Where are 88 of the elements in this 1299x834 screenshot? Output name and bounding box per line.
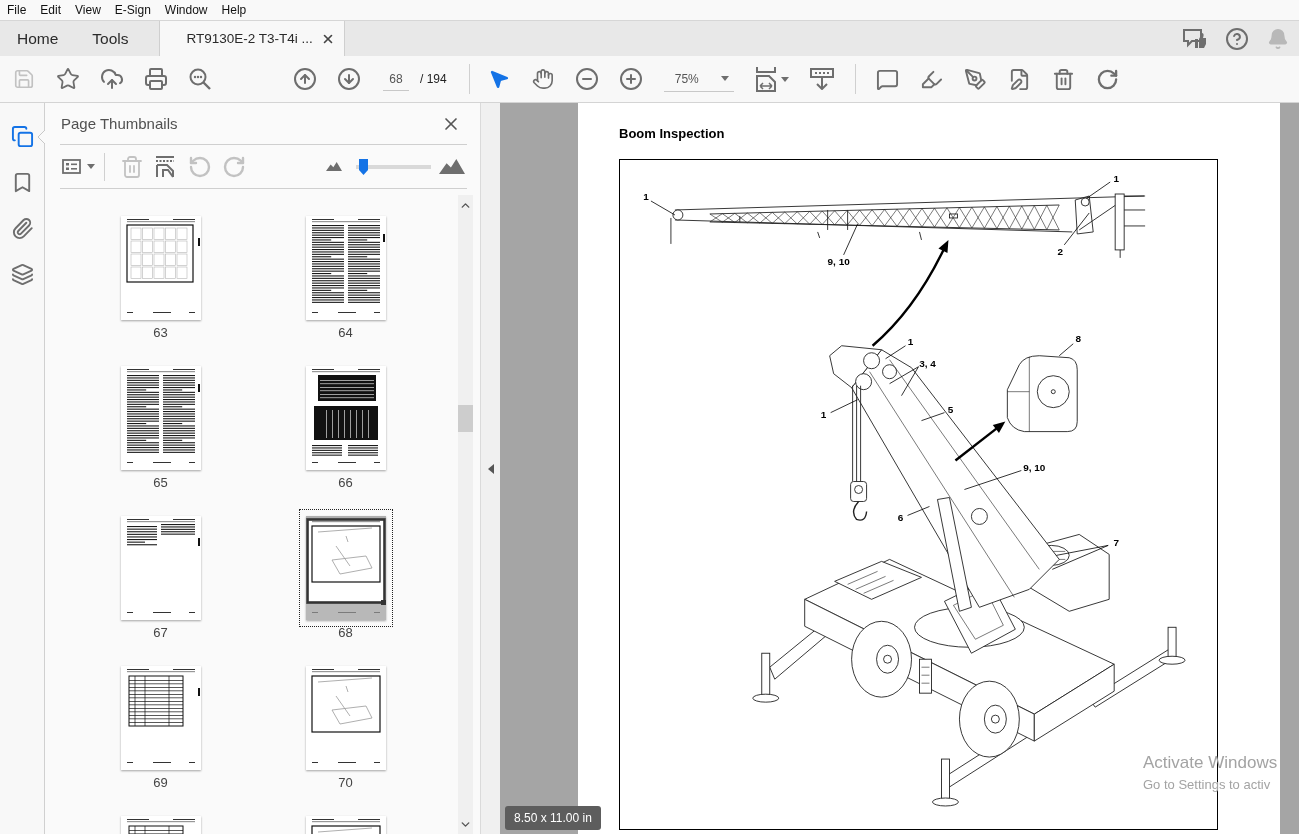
large-mountain-icon[interactable] [439, 159, 465, 174]
menu-item[interactable]: View [68, 0, 108, 20]
caret-icon[interactable] [720, 76, 729, 81]
page-number-label: 69 [153, 775, 168, 791]
leader-line [1058, 343, 1074, 357]
leader-line [843, 223, 858, 256]
insert-page-icon[interactable] [155, 155, 175, 178]
page-thumbnail[interactable] [305, 366, 386, 470]
callout-number: 9, 10 [827, 256, 850, 268]
page-number-label: 64 [338, 325, 353, 341]
callout-number: 1 [1113, 172, 1119, 184]
menu-item[interactable]: File [0, 0, 34, 20]
callout-number: 5 [947, 404, 954, 416]
menu-item[interactable]: Window [157, 0, 215, 20]
page-size-badge: 8.50 x 11.00 in [505, 806, 601, 830]
pages-icon[interactable] [10, 125, 34, 148]
print-icon[interactable] [144, 67, 168, 91]
page-thumbnail[interactable] [120, 516, 201, 620]
page-thumbnail[interactable] [120, 216, 201, 320]
scrollbar-thumb[interactable] [458, 405, 473, 432]
page-number-label: 67 [153, 625, 168, 641]
leader-line [921, 412, 945, 421]
menu-item[interactable]: E-Sign [107, 0, 158, 20]
pen-icon[interactable] [964, 67, 988, 91]
zoom-in-icon[interactable] [618, 67, 643, 91]
options-icon[interactable] [62, 159, 81, 174]
callout-number: 8 [1075, 333, 1081, 345]
thumbnail-size-slider[interactable] [356, 158, 431, 175]
page-number-label: 65 [153, 475, 168, 491]
page-number-label: 63 [153, 325, 168, 341]
leader-line [885, 345, 906, 360]
callout-number: 7 [1113, 536, 1119, 548]
leader-line [1063, 212, 1090, 246]
callout-number: 6 [897, 511, 904, 523]
leader-line [964, 470, 1022, 490]
page-thumbnail[interactable] [305, 216, 386, 320]
leader-line [650, 200, 676, 216]
page-thumbnail[interactable] [305, 666, 386, 770]
feedback-icon[interactable] [1183, 27, 1207, 50]
slider-thumb[interactable] [359, 158, 369, 175]
leader-line [889, 366, 919, 397]
next-page-icon[interactable] [337, 67, 361, 91]
fit-page-icon[interactable] [754, 66, 777, 92]
menu-item[interactable]: Help [214, 0, 254, 20]
section-title: Boom Inspection [619, 126, 726, 142]
scroll-mode-icon[interactable] [809, 68, 834, 90]
page-thumbnail[interactable] [298, 509, 393, 627]
arrow [954, 421, 1006, 462]
layers-icon[interactable] [10, 263, 34, 286]
delete-icon[interactable] [1052, 67, 1076, 91]
upload-icon[interactable] [100, 67, 124, 91]
panel-title: Page Thumbnails [61, 115, 178, 132]
page-thumbnail[interactable] [120, 666, 201, 770]
caret-left-icon[interactable] [487, 463, 494, 474]
callout-number: 9, 10 [1023, 462, 1046, 474]
tab[interactable]: Home [0, 21, 75, 56]
callout-number: 1 [820, 409, 827, 421]
callout-number: 3, 4 [919, 358, 936, 370]
leader-line [1086, 181, 1111, 199]
leader-line [830, 399, 858, 414]
page-thumbnail[interactable] [120, 366, 201, 470]
page-number-field[interactable]: 68 [383, 67, 409, 91]
small-mountain-icon[interactable] [326, 162, 342, 171]
star-icon[interactable] [56, 67, 80, 91]
zoom-field[interactable]: 75% [663, 66, 734, 92]
search-icon[interactable] [188, 67, 212, 91]
scrollbar[interactable] [458, 195, 473, 834]
hand-icon[interactable] [531, 68, 554, 90]
page-number-label: 70 [338, 775, 353, 791]
callout-number: 1 [907, 336, 914, 348]
page-number-label: 66 [338, 475, 353, 491]
caret-icon[interactable] [780, 76, 789, 82]
leader-line [1051, 545, 1109, 570]
document-tab[interactable]: RT9130E-2 T3-T4i ... [158, 21, 345, 56]
tab[interactable]: Tools [74, 21, 145, 56]
previous-page-icon[interactable] [293, 67, 317, 91]
help-icon[interactable] [1225, 26, 1249, 51]
rotate-icon[interactable] [1096, 67, 1120, 91]
caret-icon[interactable] [87, 164, 95, 169]
paperclip-icon[interactable] [10, 217, 34, 240]
callout-number: 1 [643, 191, 649, 203]
menu-item[interactable]: Edit [33, 0, 69, 20]
leader-line [907, 506, 930, 516]
page-number-label: 68 [338, 625, 353, 641]
zoom-out-icon[interactable] [574, 67, 599, 91]
page-count: / 194 [420, 72, 447, 86]
comment-icon[interactable] [876, 67, 900, 91]
callout-number: 2 [1057, 246, 1064, 258]
